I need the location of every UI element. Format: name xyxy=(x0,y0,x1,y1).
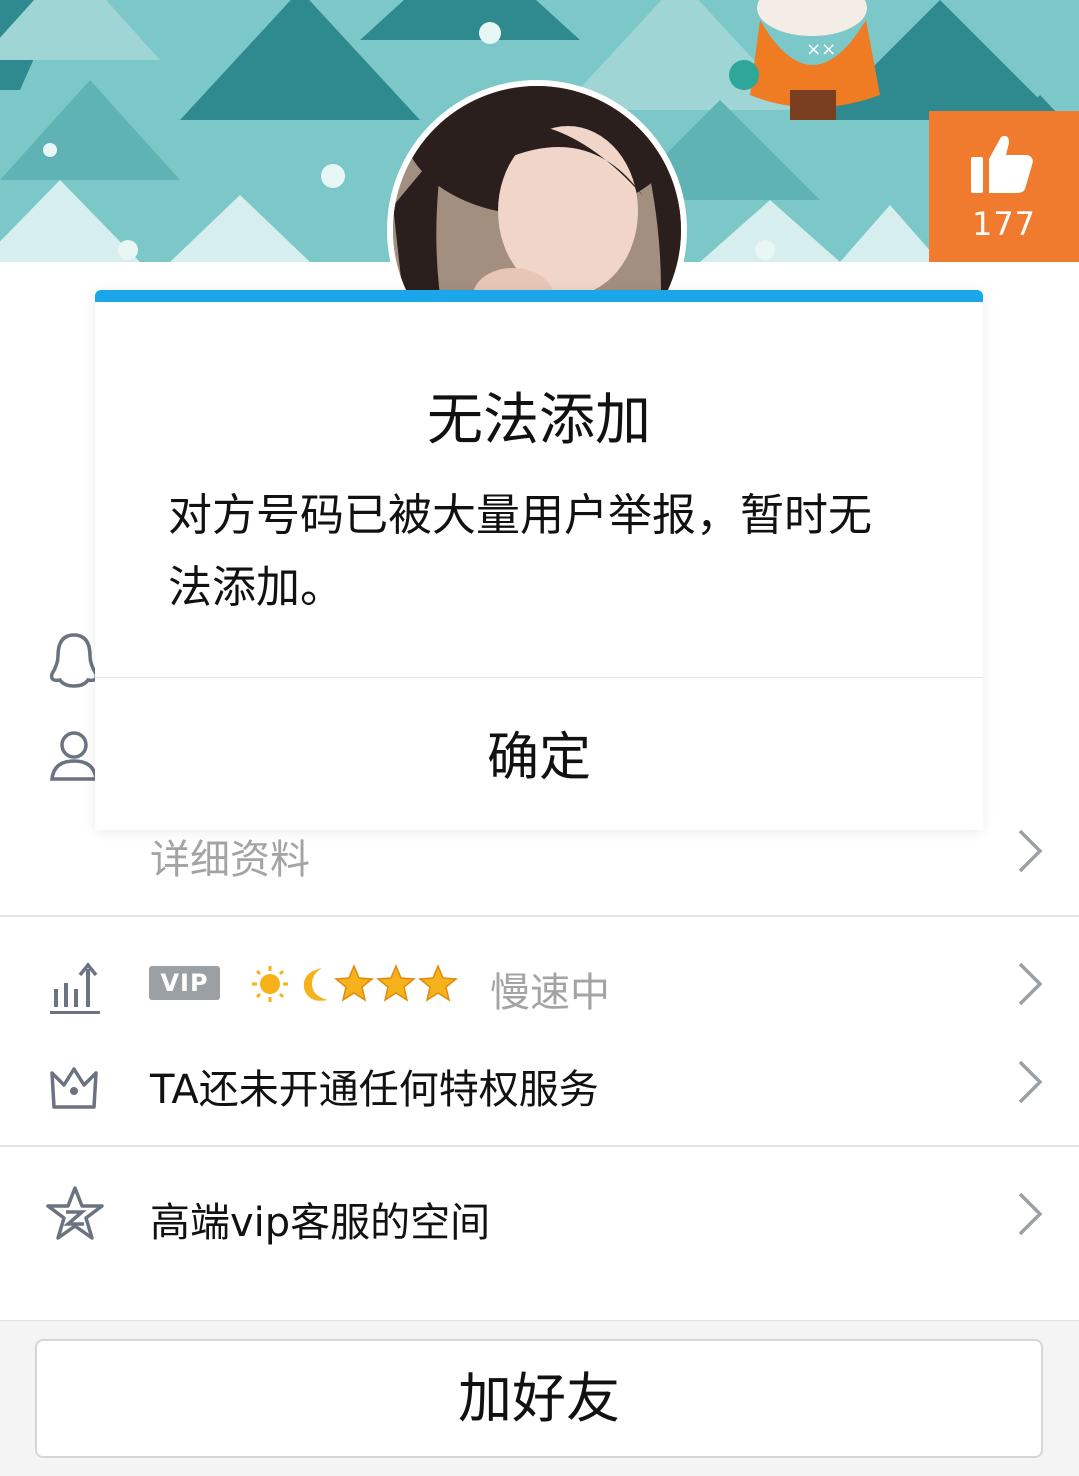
chevron-right-icon xyxy=(1014,1190,1046,1242)
like-count: 177 xyxy=(971,205,1037,243)
dialog-message: 对方号码已被大量用户举报，暂时无法添加。 xyxy=(168,490,872,613)
details-label: 详细资料 xyxy=(150,837,310,883)
dialog-title: 无法添加 xyxy=(427,388,651,453)
level-medals xyxy=(250,962,460,1010)
crown-icon xyxy=(44,1057,104,1121)
privilege-row[interactable]: TA还未开通任何特权服务 xyxy=(0,1052,1079,1122)
chevron-right-icon xyxy=(1014,1058,1046,1110)
confirm-button[interactable]: 确定 xyxy=(95,715,983,790)
level-chart-icon xyxy=(44,957,104,1021)
star-icon xyxy=(418,964,458,1002)
divider xyxy=(0,915,1079,917)
add-friend-button[interactable]: 加好友 xyxy=(35,1339,1043,1458)
privilege-text: TA还未开通任何特权服务 xyxy=(150,1067,599,1113)
vip-level-row[interactable]: VIP 慢速中 xyxy=(0,952,1079,1022)
sun-icon xyxy=(252,966,288,1002)
qzone-star-icon xyxy=(44,1184,106,1250)
bottom-action-bar: 加好友 xyxy=(0,1320,1079,1476)
dialog-divider xyxy=(95,677,983,678)
qzone-row[interactable]: 高端vip客服的空间 xyxy=(0,1182,1079,1257)
star-icon xyxy=(334,964,374,1002)
chevron-right-icon xyxy=(1014,827,1046,879)
vip-badge: VIP xyxy=(149,966,220,1000)
thumbs-up-icon xyxy=(969,131,1035,201)
moon-icon xyxy=(303,968,328,1001)
vip-status-text: 慢速中 xyxy=(490,970,610,1016)
divider xyxy=(0,1145,1079,1147)
svg-text:××: ×× xyxy=(806,39,836,60)
star-icon xyxy=(376,964,416,1002)
qzone-text: 高端vip客服的空间 xyxy=(150,1200,491,1246)
like-button[interactable]: 177 xyxy=(929,111,1079,262)
dialog-accent-bar xyxy=(95,290,983,302)
cannot-add-dialog: 无法添加 对方号码已被大量用户举报，暂时无法添加。 确定 xyxy=(95,290,983,830)
chevron-right-icon xyxy=(1014,960,1046,1012)
